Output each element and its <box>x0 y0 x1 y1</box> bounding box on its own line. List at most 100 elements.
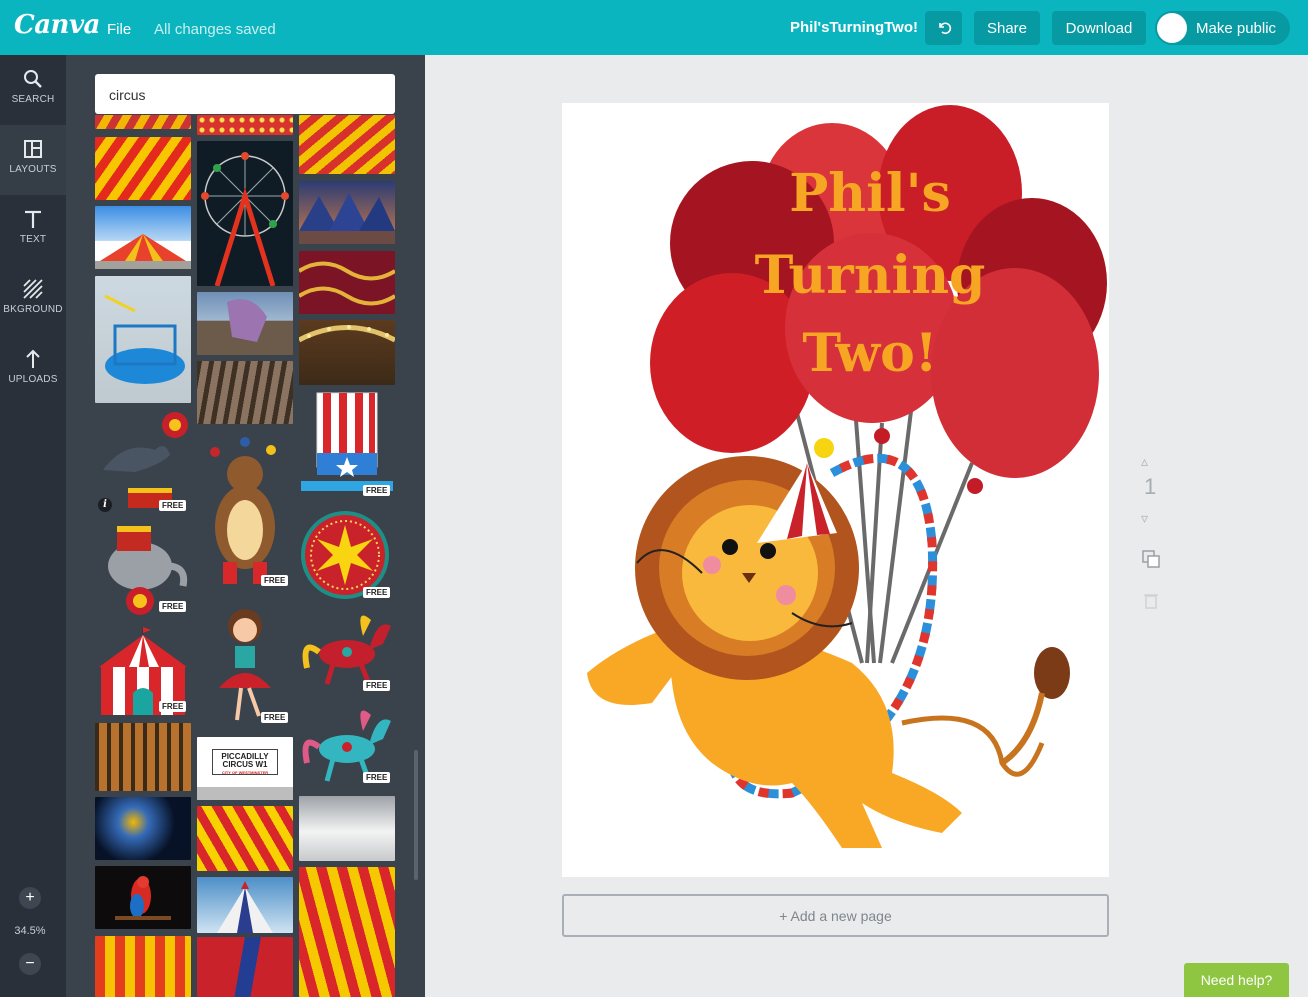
free-badge: FREE <box>363 680 391 691</box>
clipart-girl[interactable]: FREE <box>197 598 293 726</box>
clipart-seal[interactable]: i FREE <box>95 410 191 515</box>
free-badge: FREE <box>261 575 289 586</box>
image-thumb[interactable] <box>299 181 395 244</box>
street-sign: PICCADILLY CIRCUS W1 CITY OF WESTMINSTER <box>212 749 278 775</box>
download-button[interactable]: Download <box>1052 11 1146 45</box>
page-up-icon[interactable]: ▵ <box>1141 453 1148 470</box>
free-badge: FREE <box>159 701 187 712</box>
clipart-tophat[interactable]: FREE <box>299 391 395 501</box>
image-thumb[interactable] <box>299 115 395 174</box>
image-thumb[interactable] <box>299 796 395 861</box>
carousel-shape <box>299 325 395 343</box>
zoom-in-button[interactable]: + <box>19 887 41 909</box>
rail-label-text: TEXT <box>19 234 47 245</box>
rail-layouts[interactable]: LAYOUTS <box>0 125 66 195</box>
rail-label-layouts: LAYOUTS <box>9 164 57 175</box>
background-icon <box>23 279 43 299</box>
save-status: All changes saved <box>154 21 276 38</box>
panel-scrollbar[interactable] <box>414 750 418 880</box>
page-number: 1 <box>1144 474 1157 499</box>
image-thumb[interactable] <box>197 806 293 871</box>
free-badge: FREE <box>159 500 187 511</box>
free-badge: FREE <box>363 772 391 783</box>
image-thumb[interactable] <box>197 937 293 997</box>
rail-uploads[interactable]: UPLOADS <box>0 335 66 405</box>
image-thumb[interactable] <box>197 141 293 286</box>
bear-clipart <box>210 437 276 584</box>
image-thumb[interactable] <box>197 361 293 424</box>
add-page-button[interactable]: + Add a new page <box>562 894 1109 937</box>
rail-text[interactable]: TEXT <box>0 195 66 265</box>
left-rail: SEARCH LAYOUTS TEXT BKGROUND UPLOADS + 3… <box>0 55 66 997</box>
image-thumb[interactable] <box>299 867 395 997</box>
clipart-elephant[interactable]: FREE <box>95 521 191 617</box>
image-thumb[interactable] <box>197 877 293 933</box>
search-icon <box>24 70 42 88</box>
clipart-bigtop[interactable]: FREE <box>95 625 191 717</box>
clipart-bear[interactable]: FREE <box>197 432 293 590</box>
free-badge: FREE <box>159 601 187 612</box>
clipart-horse-teal[interactable]: FREE <box>299 701 395 789</box>
info-icon[interactable]: i <box>98 498 112 512</box>
design-page[interactable]: Phil's Turning Two! <box>562 103 1109 877</box>
duplicate-page-icon[interactable] <box>1141 549 1161 569</box>
undo-button[interactable] <box>925 11 962 45</box>
image-thumb[interactable] <box>95 866 191 929</box>
girl-clipart <box>219 609 271 721</box>
clipart-star-badge[interactable]: FREE <box>299 509 395 601</box>
image-thumb[interactable] <box>197 292 293 355</box>
design-artwork: Phil's Turning Two! <box>587 105 1107 848</box>
image-thumb[interactable] <box>95 206 191 269</box>
tent-shape <box>95 234 191 269</box>
design-line1: Phil's <box>789 163 951 224</box>
sign-line2: CIRCUS W1 <box>222 760 268 769</box>
image-thumb[interactable] <box>299 320 395 385</box>
upload-icon <box>26 349 40 368</box>
delete-page-icon[interactable] <box>1141 590 1161 610</box>
image-thumb[interactable]: PICCADILLY CIRCUS W1 CITY OF WESTMINSTER <box>197 737 293 800</box>
image-thumb[interactable] <box>197 115 293 135</box>
make-public-label: Make public <box>1196 19 1277 37</box>
rail-background[interactable]: BKGROUND <box>0 265 66 335</box>
layouts-icon <box>24 140 42 158</box>
rail-search[interactable]: SEARCH <box>0 55 66 125</box>
file-menu[interactable]: File <box>107 21 131 38</box>
image-thumb[interactable] <box>95 723 191 791</box>
undo-icon <box>938 22 951 35</box>
image-thumb[interactable] <box>95 276 191 403</box>
document-title[interactable]: Phil'sTurningTwo! <box>790 19 918 36</box>
clipart-horse-red[interactable]: FREE <box>299 608 395 693</box>
image-thumb[interactable] <box>95 137 191 200</box>
sign-line3: CITY OF WESTMINSTER <box>221 770 269 775</box>
free-badge: FREE <box>363 587 391 598</box>
canva-logo[interactable]: Canva <box>14 10 100 40</box>
image-thumb[interactable] <box>95 936 191 997</box>
design-line3: Two! <box>802 323 937 384</box>
make-public-toggle[interactable]: Make public <box>1155 11 1290 45</box>
toggle-knob <box>1157 13 1187 43</box>
image-thumb[interactable] <box>299 251 395 314</box>
sculpture-shape <box>227 299 267 342</box>
zoom-level: 34.5% <box>14 925 46 937</box>
image-thumb[interactable] <box>95 115 191 129</box>
search-input[interactable]: circus <box>95 74 395 114</box>
share-button[interactable]: Share <box>974 11 1040 45</box>
parrot-shape <box>115 876 171 920</box>
ferris-wheel-shape <box>201 152 289 286</box>
text-icon <box>25 210 41 228</box>
search-panel: circus i FREE FREE FREE FREE FREE PICCAD… <box>66 55 425 997</box>
playground-shape <box>104 294 185 384</box>
tent-top-shape <box>217 881 273 933</box>
free-badge: FREE <box>363 485 391 496</box>
wall <box>197 787 293 800</box>
tents-shape <box>299 193 395 244</box>
need-help-button[interactable]: Need help? <box>1184 963 1289 997</box>
rail-label-uploads: UPLOADS <box>8 374 58 385</box>
image-thumb[interactable] <box>95 797 191 860</box>
rail-label-search: SEARCH <box>11 94 55 105</box>
rail-label-background: BKGROUND <box>3 304 63 315</box>
zoom-out-button[interactable]: − <box>19 953 41 975</box>
design-line2: Turning <box>755 245 986 306</box>
top-bar: Canva File All changes saved Phil'sTurni… <box>0 0 1308 55</box>
page-down-icon[interactable]: ▿ <box>1141 510 1148 527</box>
